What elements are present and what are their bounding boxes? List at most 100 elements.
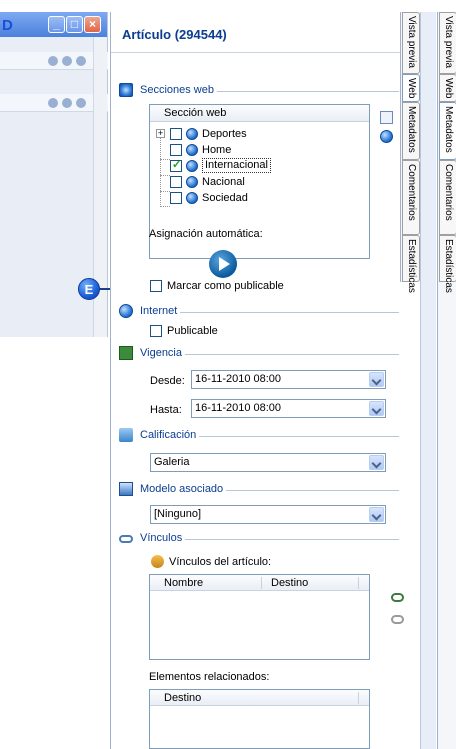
background-row[interactable] (0, 52, 108, 70)
tab-comentarios[interactable]: Comentarios (402, 160, 420, 235)
related-elements-label: Elementos relacionados: (149, 671, 270, 683)
close-icon: × (88, 17, 96, 31)
tab-metadatos-outer[interactable]: Metadatos (439, 102, 456, 160)
add-link-icon[interactable] (391, 593, 404, 602)
refresh-icon[interactable] (151, 555, 164, 568)
web-sections-icon (119, 83, 133, 97)
list-icon (48, 98, 58, 108)
tab-web-outer[interactable]: Web (439, 74, 456, 102)
close-button[interactable]: × (84, 16, 101, 33)
minimize-button[interactable]: _ (48, 16, 65, 33)
calificacion-value: Galeria (154, 456, 190, 468)
article-links-list[interactable]: Nombre Destino (149, 574, 370, 660)
section-label: Secciones web (140, 84, 217, 96)
play-button[interactable] (209, 250, 237, 278)
globe-icon (62, 98, 72, 108)
outer-tab-strip: Vista previa Web Metadatos Comentarios E… (437, 12, 456, 749)
tree-checkbox[interactable] (170, 144, 182, 156)
globe-link-icon[interactable] (380, 130, 393, 143)
tab-comentarios-outer[interactable]: Comentarios (439, 160, 456, 235)
tab-vista-previa[interactable]: Vista previa (402, 12, 420, 74)
maximize-icon: □ (70, 17, 79, 31)
list-header: Destino (150, 690, 369, 706)
tab-estadisticas[interactable]: Estadísticas (402, 235, 420, 293)
tree-item-internacional[interactable]: Internacional (156, 158, 356, 173)
modelo-select[interactable]: [Ninguno] (150, 505, 386, 524)
tree-item-label: Internacional (202, 158, 271, 173)
title-divider (111, 52, 401, 53)
column-separator (358, 692, 359, 704)
globe-icon (62, 56, 72, 66)
hasta-select[interactable]: 16-11-2010 08:00 (191, 399, 386, 418)
globe-icon (186, 192, 198, 204)
inner-tab-strip: Vista previa Web Metadatos Comentarios E… (400, 12, 420, 293)
list-header: Nombre Destino (150, 575, 369, 591)
tab-web[interactable]: Web (402, 74, 420, 102)
tree-item-label: Nacional (202, 176, 245, 188)
internet-publicable-checkbox[interactable] (150, 325, 162, 337)
section-label: Modelo asociado (140, 483, 227, 495)
background-row[interactable] (0, 94, 108, 112)
person-icon (76, 98, 86, 108)
tree-item-sociedad[interactable]: Sociedad (156, 191, 356, 205)
remove-link-icon[interactable] (391, 615, 404, 624)
desde-value: 16-11-2010 08:00 (195, 373, 282, 385)
chevron-down-icon[interactable] (369, 455, 384, 470)
calendar-icon (119, 346, 133, 360)
desde-select[interactable]: 16-11-2010 08:00 (191, 370, 386, 389)
calificacion-select[interactable]: Galeria (150, 453, 386, 472)
article-links-label: Vínculos del artículo: (169, 556, 272, 568)
section-label: Calificación (140, 429, 200, 441)
section-vinculos: Vínculos (119, 531, 399, 547)
section-modelo: Modelo asociado (119, 482, 399, 498)
tree-item-label: Sociedad (202, 192, 248, 204)
collapsed-panel (420, 12, 436, 749)
background-window-titlebar: D _ □ × (0, 12, 107, 37)
section-label: Vínculos (140, 532, 186, 544)
rating-icon (119, 428, 133, 442)
related-elements-list[interactable]: Destino (149, 689, 370, 749)
callout-badge: E (78, 278, 100, 300)
auto-assign-label: Asignación automática: (149, 228, 263, 240)
tab-estadisticas-outer[interactable]: Estadísticas (439, 235, 456, 293)
tree-header: Sección web (150, 105, 369, 122)
column-destino[interactable]: Destino (164, 692, 201, 704)
panel-title: Artículo (294544) (122, 27, 227, 42)
tab-vista-previa-outer[interactable]: Vista previa (439, 12, 456, 74)
hasta-value: 16-11-2010 08:00 (195, 402, 282, 414)
section-secciones-web: Secciones web (119, 83, 399, 99)
column-destino[interactable]: Destino (271, 577, 308, 589)
publishable-checkbox[interactable] (150, 280, 162, 292)
tree-item-home[interactable]: Home (156, 143, 356, 157)
section-vigencia: Vigencia (119, 346, 399, 362)
tree-item-deportes[interactable]: + Deportes (156, 127, 356, 141)
globe-icon (186, 160, 198, 172)
tree-checkbox[interactable] (170, 128, 182, 140)
hasta-label: Hasta: (150, 404, 182, 416)
chevron-down-icon[interactable] (369, 507, 384, 522)
column-nombre[interactable]: Nombre (164, 577, 203, 589)
tree-checkbox[interactable] (170, 192, 182, 204)
tree-item-label: Home (202, 144, 232, 156)
copy-icon[interactable] (380, 111, 393, 124)
internet-publicable-label: Publicable (167, 325, 218, 337)
section-calificacion: Calificación (119, 428, 399, 444)
globe-icon (186, 128, 198, 140)
chevron-down-icon[interactable] (369, 401, 384, 416)
article-panel: Artículo (294544) Secciones web Sección … (110, 12, 404, 749)
tab-metadatos[interactable]: Metadatos (402, 102, 420, 160)
column-separator (261, 577, 262, 589)
person-icon (76, 56, 86, 66)
tree-checkbox-checked[interactable] (170, 158, 182, 172)
chevron-down-icon[interactable] (369, 372, 384, 387)
maximize-button[interactable]: □ (66, 16, 83, 33)
modelo-value: [Ninguno] (154, 508, 202, 520)
link-icon (119, 535, 133, 543)
tree-item-label: Deportes (202, 128, 247, 140)
tree-item-nacional[interactable]: Nacional (156, 175, 356, 189)
section-label: Vigencia (140, 347, 185, 359)
tree-checkbox[interactable] (170, 176, 182, 188)
section-internet: Internet (119, 304, 399, 320)
section-label: Internet (140, 305, 181, 317)
expand-icon[interactable]: + (156, 129, 165, 138)
